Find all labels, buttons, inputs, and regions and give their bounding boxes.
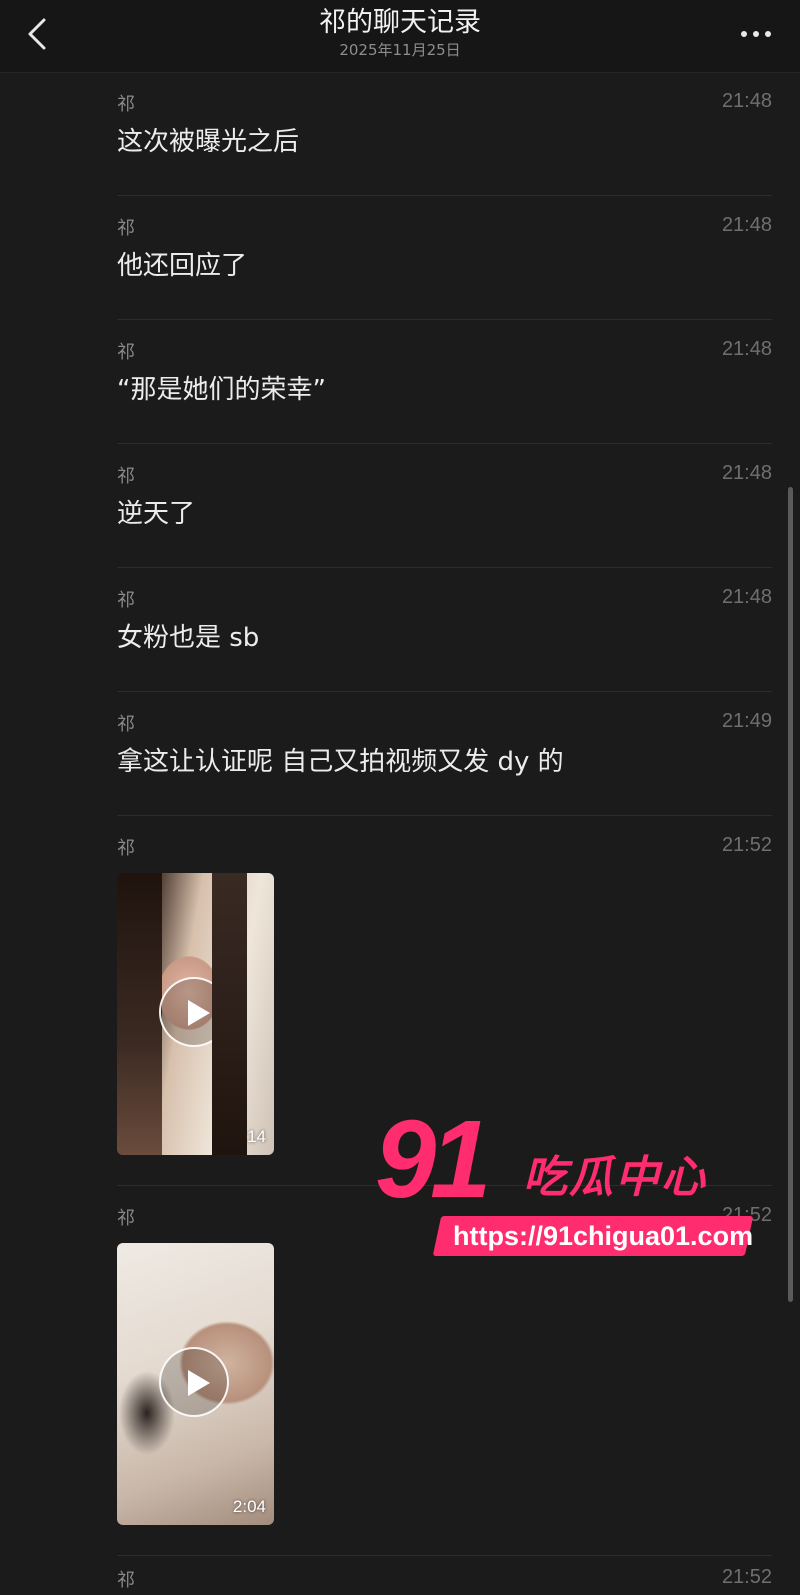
- message-sender: 祁: [117, 342, 135, 363]
- watermark-brand: 吃瓜中心: [523, 1152, 707, 1203]
- message-time: 21:48: [721, 214, 772, 236]
- watermark-logo: 91 吃瓜中心 https://91chigua01.com: [375, 1100, 755, 1278]
- message-time: 21:48: [721, 586, 772, 608]
- message-item: 祁 21:48 逆天了: [117, 444, 772, 568]
- message-time: 21:52: [721, 834, 772, 856]
- message-time: 21:48: [721, 90, 772, 112]
- message-item: 祁 21:49 拿这让认证呢 自己又拍视频又发 dy 的: [117, 692, 772, 816]
- message-item: 祁 21:48 他还回应了: [117, 196, 772, 320]
- message-sender: 祁: [117, 590, 135, 611]
- video-thumbnail[interactable]: 2:04: [117, 1243, 274, 1525]
- message-time: 21:49: [721, 710, 772, 732]
- message-sender: 祁: [117, 466, 135, 487]
- message-sender: 祁: [117, 714, 135, 735]
- play-icon[interactable]: [159, 977, 229, 1047]
- message-text: “那是她们的荣幸”: [117, 375, 326, 405]
- message-sender: 祁: [117, 1208, 135, 1229]
- message-item: 祁 21:48 女粉也是 sb: [117, 568, 772, 692]
- message-item-partial: 祁 21:52: [117, 1548, 772, 1595]
- watermark-url: https://91chigua01.com: [453, 1221, 754, 1251]
- page-subtitle-date: 2025年11月25日: [339, 41, 461, 59]
- message-time: 21:52: [721, 1566, 772, 1588]
- message-text: 这次被曝光之后: [117, 127, 300, 157]
- video-duration: 0:14: [232, 1127, 266, 1146]
- message-text: 逆天了: [117, 499, 196, 529]
- video-duration: 2:04: [232, 1497, 266, 1516]
- message-time: 21:48: [721, 462, 772, 484]
- message-sender: 祁: [117, 94, 135, 115]
- more-horizontal-icon[interactable]: [736, 22, 776, 46]
- message-time: 21:48: [721, 338, 772, 360]
- title-block: 祁的聊天记录 2025年11月25日: [0, 6, 800, 60]
- message-text: 女粉也是 sb: [117, 623, 260, 653]
- chat-record-list: 祁 21:48 这次被曝光之后 祁 21:48 他还回应了 祁 21:48 “那…: [117, 72, 772, 1556]
- scrollbar[interactable]: [788, 487, 793, 1302]
- video-thumbnail[interactable]: 0:14: [117, 873, 274, 1155]
- top-bar: 祁的聊天记录 2025年11月25日: [0, 0, 800, 73]
- message-item: 祁 21:48 “那是她们的荣幸”: [117, 320, 772, 444]
- message-item: 祁 21:48 这次被曝光之后: [117, 72, 772, 196]
- message-sender: 祁: [117, 218, 135, 239]
- message-sender: 祁: [117, 838, 135, 859]
- message-text: 拿这让认证呢 自己又拍视频又发 dy 的: [117, 747, 564, 777]
- message-text: 他还回应了: [117, 251, 248, 281]
- watermark-number: 91: [375, 1098, 491, 1221]
- page-title: 祁的聊天记录: [319, 7, 481, 38]
- play-icon[interactable]: [159, 1347, 229, 1417]
- message-sender: 祁: [117, 1570, 135, 1591]
